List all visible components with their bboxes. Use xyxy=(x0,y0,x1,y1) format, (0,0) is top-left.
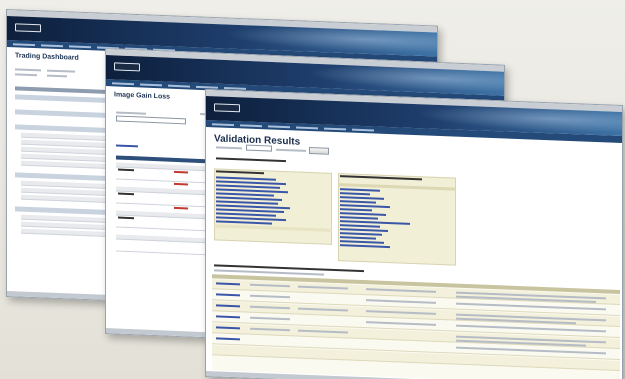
section-header xyxy=(15,86,112,95)
filter-label xyxy=(47,69,75,73)
filter-value xyxy=(47,74,67,78)
option-label xyxy=(276,148,306,152)
section-row[interactable] xyxy=(15,109,112,119)
section-row[interactable] xyxy=(15,206,112,216)
app-logo-icon[interactable] xyxy=(214,103,240,113)
validation-results-window: Validation Results xyxy=(205,89,623,379)
table-row[interactable] xyxy=(116,246,206,256)
table-row xyxy=(21,160,112,170)
error-value xyxy=(174,206,188,210)
date-input[interactable] xyxy=(246,144,272,152)
app-logo-icon[interactable] xyxy=(114,62,140,72)
table-row[interactable] xyxy=(116,198,206,208)
section-row[interactable] xyxy=(15,124,112,134)
error-value xyxy=(174,170,188,174)
row-value xyxy=(118,192,134,196)
table-row xyxy=(21,194,112,204)
error-value xyxy=(174,182,188,186)
row-value xyxy=(118,216,134,220)
link[interactable] xyxy=(116,144,138,148)
filter-label xyxy=(15,68,41,72)
date-label xyxy=(216,146,242,150)
table-row xyxy=(21,228,112,238)
table-row[interactable] xyxy=(116,222,206,232)
account-select[interactable] xyxy=(116,115,186,125)
refresh-button[interactable] xyxy=(309,146,329,155)
filter-value xyxy=(15,73,37,77)
section-row[interactable] xyxy=(15,94,112,104)
row-value xyxy=(118,168,134,172)
table-row[interactable] xyxy=(116,174,206,184)
as-of-label xyxy=(216,157,286,163)
section-row[interactable] xyxy=(15,172,112,182)
app-logo-icon[interactable] xyxy=(15,23,41,33)
filter-label xyxy=(116,111,146,115)
table-row[interactable] xyxy=(116,234,206,244)
